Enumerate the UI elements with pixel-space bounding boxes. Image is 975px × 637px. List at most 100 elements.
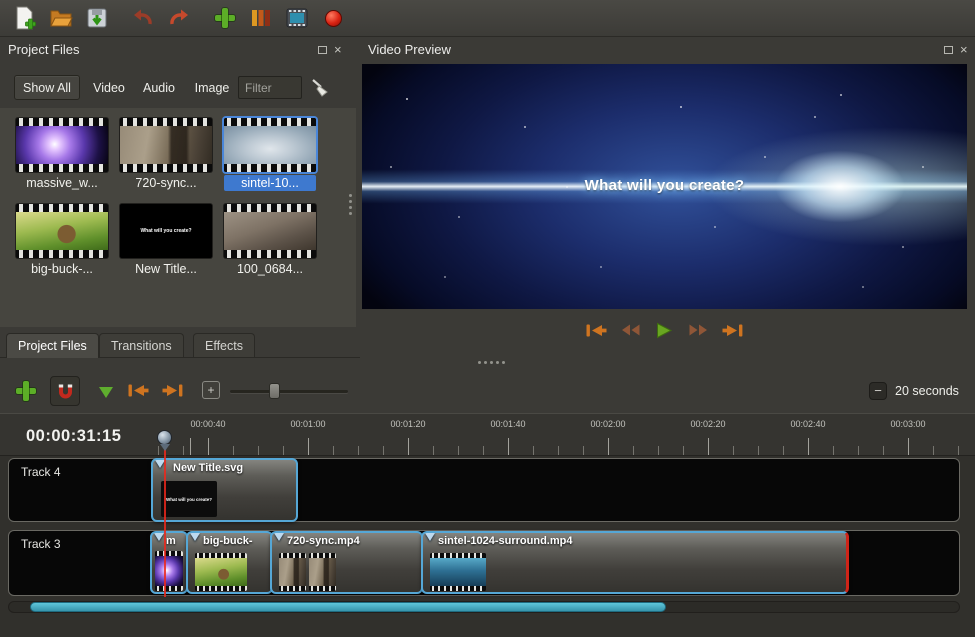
project-files-header-buttons: × [318,45,342,54]
filter-input[interactable] [238,76,302,99]
openshot-window: Project Files × Show All Video Audio Ima… [0,0,975,637]
clip-menu-icon[interactable] [274,533,284,541]
add-track-icon [16,381,36,401]
ruler-label: 00:02:40 [790,419,825,429]
timeline-hscrollbar-thumb[interactable] [30,602,666,612]
horizontal-splitter-handle[interactable] [478,361,481,364]
clip-title: sintel-1024-surround.mp4 [438,535,572,547]
choose-profile-icon [250,7,272,29]
clip-sintel[interactable]: sintel-1024-surround.mp4 [421,531,849,594]
file-name: New Title... [120,261,212,277]
clip-thumbnail [195,553,247,591]
undo-button[interactable] [128,3,158,33]
export-film-button[interactable] [282,3,312,33]
magnet-icon [56,382,75,401]
file-thumbnail [16,204,108,258]
rewind-button[interactable] [617,319,643,341]
rewind-icon [620,323,641,337]
filter-image-button[interactable]: Image [188,75,236,100]
new-project-icon [13,6,37,30]
save-project-button[interactable] [82,3,112,33]
jump-to-end-button[interactable] [719,319,745,341]
video-preview-display: What will you create? [362,64,967,309]
clip-big-buck[interactable]: big-buck- [186,531,273,594]
project-files-grid: massive_w... 720-sync... sintel-10... bi… [0,108,356,327]
close-panel-icon[interactable]: × [960,45,968,54]
file-item-new-title[interactable]: What will you create? New Title... [120,204,212,277]
file-thumbnail [224,204,316,258]
ruler-label: 00:00:40 [190,419,225,429]
clip-menu-icon[interactable] [154,533,164,541]
fast-forward-icon [688,323,709,337]
filter-audio-button[interactable]: Audio [136,75,182,100]
float-panel-icon[interactable] [318,46,327,54]
fast-forward-button[interactable] [685,319,711,341]
broom-icon [310,78,330,98]
video-preview-header-buttons: × [944,45,968,54]
play-icon [655,322,673,339]
center-on-playhead-button[interactable]: + [202,381,220,399]
panel-splitter-handle[interactable] [349,194,352,197]
razor-tool-button[interactable] [96,383,116,401]
file-thumbnail [224,118,316,172]
clip-thumbnail [155,551,183,591]
open-project-button[interactable] [46,3,76,33]
ruler-label: 00:01:00 [290,419,325,429]
tab-effects[interactable]: Effects [193,333,255,358]
tab-project-files[interactable]: Project Files [6,333,99,358]
ruler-label: 00:02:00 [590,419,625,429]
file-item-big-buck[interactable]: big-buck-... [16,204,108,277]
clear-filter-button[interactable] [308,76,332,100]
redo-button[interactable] [164,3,194,33]
zoom-out-button[interactable]: − [869,382,887,400]
clip-menu-icon[interactable] [425,533,435,541]
file-item-sintel[interactable]: sintel-10... [224,118,316,191]
jump-to-start-button[interactable] [583,319,609,341]
clip-720-sync[interactable]: 720-sync.mp4 [270,531,423,594]
file-item-100-0684[interactable]: 100_0684... [224,204,316,277]
open-project-icon [49,6,73,30]
clip-new-title[interactable]: New Title.svg What will you create? [151,458,298,522]
file-name: 720-sync... [120,175,212,191]
playhead-handle[interactable] [157,430,172,445]
playhead-line [164,447,166,597]
file-name: massive_w... [16,175,108,191]
import-files-button[interactable] [210,3,240,33]
ruler-label: 00:01:40 [490,419,525,429]
snap-toggle-button[interactable] [50,376,80,406]
razor-icon [99,387,113,398]
close-panel-icon[interactable]: × [334,45,342,54]
clip-menu-icon[interactable] [190,533,200,541]
clip-thumbnail [430,553,486,591]
file-thumbnail [16,118,108,172]
file-item-720-sync[interactable]: 720-sync... [120,118,212,191]
filter-show-all-button[interactable]: Show All [14,75,80,100]
choose-profile-button[interactable] [246,3,276,33]
ruler-major-ticks [150,438,968,455]
float-panel-icon[interactable] [944,46,953,54]
timeline-jump-start-button[interactable] [126,382,150,398]
tab-transitions[interactable]: Transitions [99,333,184,358]
add-track-button[interactable] [14,379,38,403]
clip-thumb-text: What will you create? [166,497,212,502]
project-files-title: Project Files [8,42,80,57]
track-name: Track 4 [21,465,61,479]
redo-icon [167,6,191,30]
timeline-jump-end-button[interactable] [160,382,184,398]
clip-title: m [166,535,176,547]
zoom-slider-handle[interactable] [269,383,280,399]
file-thumbnail: What will you create? [120,204,212,258]
clip-thumbnail: What will you create? [161,481,217,517]
export-video-icon [325,10,342,27]
play-button[interactable] [651,319,677,341]
new-project-button[interactable] [10,3,40,33]
filter-video-button[interactable]: Video [86,75,132,100]
export-video-button[interactable] [318,3,348,33]
stars-decoration [362,64,364,66]
clip-massive[interactable]: m [150,531,188,594]
file-item-massive[interactable]: massive_w... [16,118,108,191]
ruler-label: 00:03:00 [890,419,925,429]
export-film-icon [285,7,309,29]
zoom-slider-track[interactable] [230,390,348,393]
file-name: 100_0684... [224,261,316,277]
